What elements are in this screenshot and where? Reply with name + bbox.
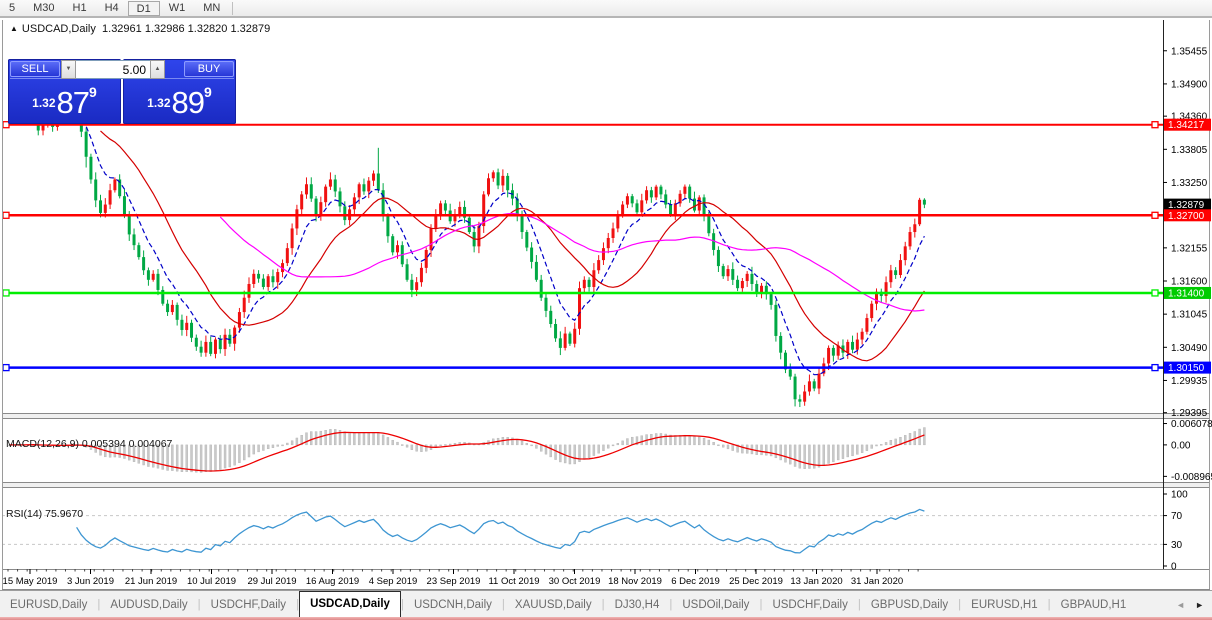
svg-text:15 May 2019: 15 May 2019 (3, 576, 58, 587)
timeframe-button-h1[interactable]: H1 (64, 1, 96, 16)
tab-audusd-daily[interactable]: AUDUSD,Daily (100, 593, 197, 617)
sell-price: 1.32879 (8, 84, 121, 121)
timeframe-button-w1[interactable]: W1 (160, 1, 195, 16)
svg-text:11 Oct 2019: 11 Oct 2019 (488, 576, 539, 587)
svg-text:100: 100 (1171, 490, 1188, 501)
svg-text:1.30150: 1.30150 (1168, 363, 1205, 374)
svg-text:16 Aug 2019: 16 Aug 2019 (306, 576, 359, 587)
svg-text:18 Nov 2019: 18 Nov 2019 (608, 576, 662, 587)
svg-text:1.32700: 1.32700 (1168, 211, 1205, 222)
svg-text:1.29935: 1.29935 (1171, 376, 1208, 387)
svg-text:4 Sep 2019: 4 Sep 2019 (369, 576, 418, 587)
buy-price: 1.32899 (123, 84, 236, 121)
volume-decrease-button[interactable]: ▼ (61, 60, 76, 79)
timeframe-button-mn[interactable]: MN (194, 1, 229, 16)
svg-text:3 Jun 2019: 3 Jun 2019 (67, 576, 114, 587)
svg-text:0: 0 (1171, 562, 1177, 573)
symbol-tabbar: EURUSD,Daily|AUDUSD,Daily|USDCHF,Daily|U… (0, 590, 1212, 617)
macd-indicator-label: MACD(12,26,9) 0.005394 0.004067 (6, 438, 172, 450)
timeframe-button-d1[interactable]: D1 (128, 1, 160, 16)
volume-input[interactable] (76, 60, 150, 79)
one-click-trading-panel: SELL 1.32879 BUY 1.32899 ▼ ▲ (8, 59, 236, 124)
svg-text:21 Jun 2019: 21 Jun 2019 (125, 576, 177, 587)
tab-usdchf-daily[interactable]: USDCHF,Daily (201, 593, 296, 617)
tab-usdchf-daily[interactable]: USDCHF,Daily (762, 593, 857, 617)
tab-scroll-right-icon[interactable]: ► (1195, 600, 1204, 610)
tab-scroll-arrows: ◄► (1176, 593, 1212, 617)
tab-eurusd-h1[interactable]: EURUSD,H1 (961, 593, 1047, 617)
svg-text:-0.008965: -0.008965 (1171, 472, 1212, 483)
macd-name: MACD(12,26,9) (6, 438, 79, 450)
svg-text:0.006078: 0.006078 (1171, 419, 1212, 430)
svg-text:23 Sep 2019: 23 Sep 2019 (427, 576, 481, 587)
buy-price-sup: 9 (204, 84, 212, 100)
toolbar-separator (232, 2, 233, 15)
buy-price-big: 89 (172, 85, 204, 120)
tab-usdcnh-daily[interactable]: USDCNH,Daily (404, 593, 502, 617)
timeframe-button-h4[interactable]: H4 (96, 1, 128, 16)
rsi-value: 75.9670 (45, 508, 83, 520)
svg-text:29 Jul 2019: 29 Jul 2019 (247, 576, 296, 587)
symbol-name: USDCAD,Daily (22, 23, 96, 35)
sell-price-big: 87 (57, 85, 89, 120)
svg-text:1.31400: 1.31400 (1168, 288, 1205, 299)
svg-text:13 Jan 2020: 13 Jan 2020 (790, 576, 842, 587)
rsi-name: RSI(14) (6, 508, 42, 520)
rsi-indicator-label: RSI(14) 75.9670 (6, 508, 83, 520)
svg-text:25 Dec 2019: 25 Dec 2019 (729, 576, 783, 587)
timeframe-toolbar: 5M30H1H4D1W1MN (0, 0, 1212, 17)
svg-text:1.33250: 1.33250 (1171, 178, 1208, 189)
buy-button[interactable]: BUY (184, 61, 234, 77)
svg-text:30 Oct 2019: 30 Oct 2019 (549, 576, 601, 587)
tab-eurusd-daily[interactable]: EURUSD,Daily (0, 593, 97, 617)
svg-text:1.34900: 1.34900 (1171, 79, 1208, 90)
svg-text:6 Dec 2019: 6 Dec 2019 (671, 576, 720, 587)
svg-text:1.34217: 1.34217 (1168, 120, 1205, 131)
volume-increase-button[interactable]: ▲ (150, 60, 165, 79)
tab-usdcad-daily[interactable]: USDCAD,Daily (299, 591, 401, 617)
svg-text:10 Jul 2019: 10 Jul 2019 (187, 576, 236, 587)
buy-price-prefix: 1.32 (147, 96, 170, 110)
svg-text:31 Jan 2020: 31 Jan 2020 (851, 576, 903, 587)
svg-text:1.33805: 1.33805 (1171, 145, 1208, 156)
sell-button[interactable]: SELL (10, 61, 60, 77)
svg-text:1.30490: 1.30490 (1171, 343, 1208, 354)
sell-price-prefix: 1.32 (32, 96, 55, 110)
svg-text:1.29395: 1.29395 (1171, 408, 1208, 419)
collapse-triangle-icon[interactable]: ▲ (10, 24, 18, 33)
svg-text:1.31045: 1.31045 (1171, 310, 1208, 321)
sell-price-sup: 9 (89, 84, 97, 100)
tab-xauusd-daily[interactable]: XAUUSD,Daily (505, 593, 602, 617)
tab-dj30-h4[interactable]: DJ30,H4 (605, 593, 670, 617)
chart-title: ▲ USDCAD,Daily 1.32961 1.32986 1.32820 1.… (10, 23, 270, 35)
tab-usdoil-daily[interactable]: USDOil,Daily (672, 593, 759, 617)
svg-text:1.32155: 1.32155 (1171, 243, 1208, 254)
timeframe-button-5[interactable]: 5 (0, 1, 24, 16)
svg-text:0.00: 0.00 (1171, 440, 1191, 451)
tab-scroll-left-icon[interactable]: ◄ (1176, 600, 1185, 610)
svg-text:1.31600: 1.31600 (1171, 277, 1208, 288)
svg-text:30: 30 (1171, 540, 1183, 551)
tab-gbpusd-daily[interactable]: GBPUSD,Daily (861, 593, 958, 617)
tab-gbpaud-h1[interactable]: GBPAUD,H1 (1051, 593, 1137, 617)
svg-text:70: 70 (1171, 511, 1183, 522)
timeframe-button-m30[interactable]: M30 (24, 1, 63, 16)
ohlc-values: 1.32961 1.32986 1.32820 1.32879 (102, 23, 270, 35)
macd-values: 0.005394 0.004067 (82, 438, 173, 450)
svg-text:1.35455: 1.35455 (1171, 46, 1208, 57)
